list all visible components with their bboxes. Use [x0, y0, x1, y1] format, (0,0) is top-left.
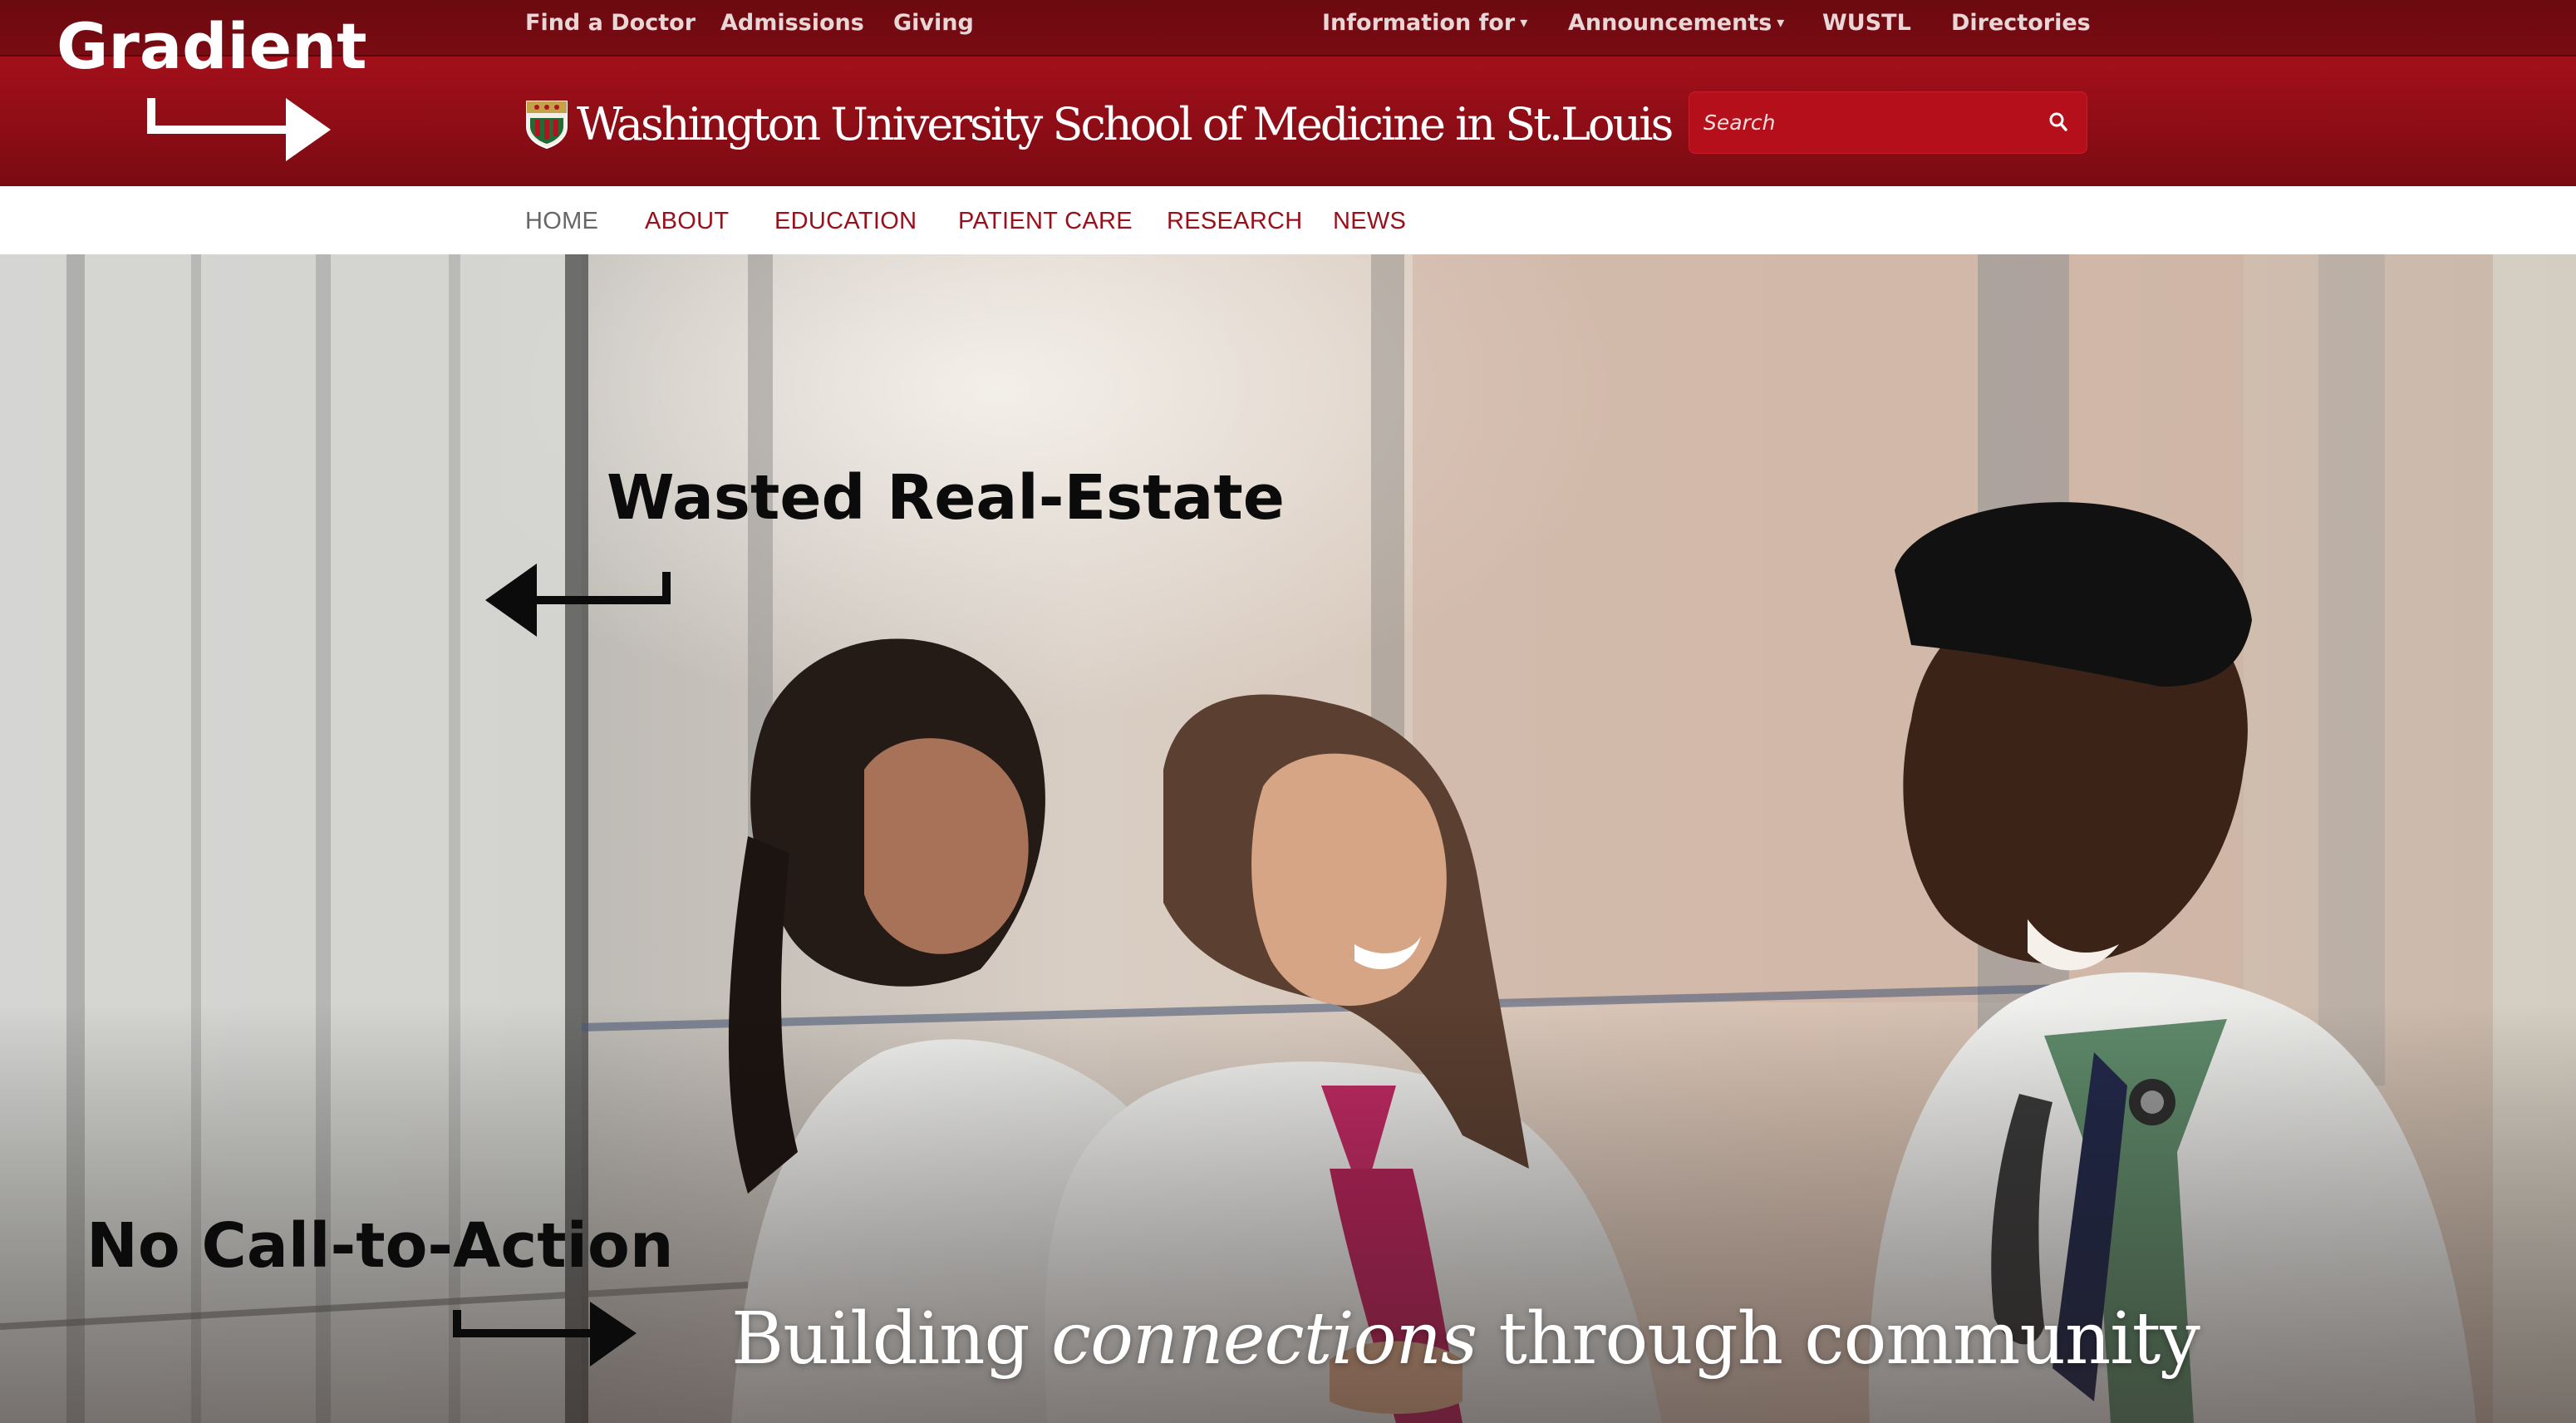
chevron-down-icon: ▾ — [1777, 14, 1785, 32]
hero-headline-emphasis: connections — [1050, 1297, 1477, 1381]
utility-bar — [0, 0, 2576, 57]
annotation-no-cta-label: No Call-to-Action — [86, 1210, 674, 1282]
utility-dropdown-label: Information for — [1322, 10, 1516, 36]
nav-item-patient-care[interactable]: PATIENT CARE — [958, 204, 1133, 238]
utility-dropdown-label: Announcements — [1568, 10, 1772, 36]
site-header: Find a Doctor Admissions Giving Informat… — [0, 0, 2576, 186]
search-box — [1689, 91, 2087, 154]
nav-item-research[interactable]: RESEARCH — [1167, 204, 1303, 238]
nav-item-news[interactable]: NEWS — [1333, 204, 1406, 238]
main-nav: HOME ABOUT EDUCATION PATIENT CARE RESEAR… — [0, 186, 2576, 255]
arrow-right-icon — [453, 1302, 637, 1366]
search-icon — [2049, 112, 2067, 131]
arrow-left-icon — [485, 564, 671, 637]
annotation-gradient-label: Gradient — [57, 9, 367, 83]
hero-headline: Building connections through community — [731, 1293, 2200, 1385]
utility-link-giving[interactable]: Giving — [893, 8, 974, 38]
utility-dropdown-information-for[interactable]: Information for ▾ — [1322, 8, 1527, 38]
utility-link-find-a-doctor[interactable]: Find a Doctor — [525, 8, 696, 38]
hero-headline-part: Building — [731, 1297, 1051, 1381]
hero-headline-part: through community — [1477, 1297, 2200, 1381]
university-shield-logo[interactable] — [525, 100, 568, 150]
annotation-wasted-real-estate-label: Wasted Real-Estate — [607, 462, 1285, 534]
search-button[interactable] — [2044, 108, 2074, 138]
arrow-right-icon — [147, 98, 331, 161]
search-input[interactable] — [1703, 91, 2036, 154]
utility-link-directories[interactable]: Directories — [1951, 8, 2091, 38]
nav-item-home[interactable]: HOME — [525, 204, 598, 238]
site-brand-name[interactable]: Washington University School of Medicine… — [577, 93, 1674, 156]
chevron-down-icon: ▾ — [1520, 14, 1528, 32]
nav-item-education[interactable]: EDUCATION — [774, 204, 917, 238]
utility-link-wustl[interactable]: WUSTL — [1822, 8, 1911, 38]
utility-link-admissions[interactable]: Admissions — [720, 8, 864, 38]
utility-dropdown-announcements[interactable]: Announcements ▾ — [1568, 8, 1784, 38]
nav-item-about[interactable]: ABOUT — [645, 204, 729, 238]
